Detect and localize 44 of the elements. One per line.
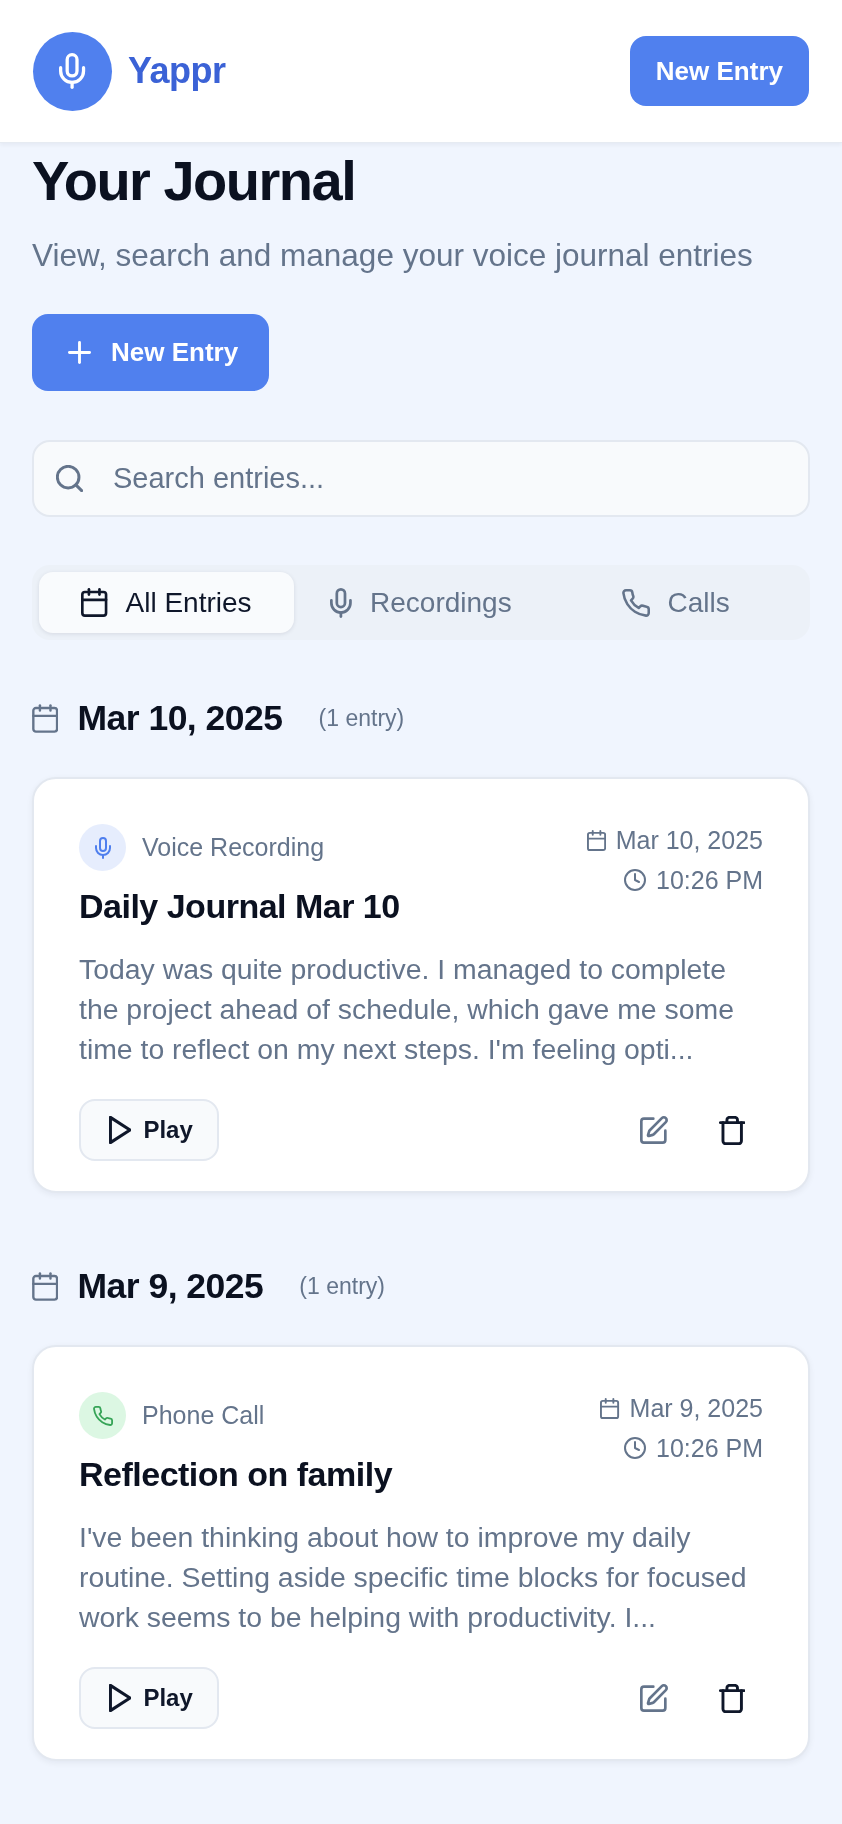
entry-title: Reflection on family — [79, 1454, 393, 1495]
filter-tab[interactable]: Recordings — [293, 572, 549, 633]
entry-count: (1 entry) — [318, 704, 405, 732]
plus-icon — [68, 341, 91, 364]
play-button[interactable]: Play — [79, 1667, 219, 1729]
pencil-square-icon[interactable] — [639, 1684, 668, 1712]
calendar-icon — [600, 1397, 620, 1419]
entry-type-label: Voice Recording — [142, 833, 325, 862]
app-name: Yappr — [128, 50, 226, 92]
pencil-square-icon[interactable] — [639, 1116, 668, 1144]
phone-icon — [621, 588, 650, 617]
new-entry-button[interactable]: New Entry — [32, 314, 270, 391]
calendar-icon — [81, 588, 108, 617]
phone-icon — [79, 1392, 126, 1439]
play-button[interactable]: Play — [79, 1099, 219, 1161]
mic-icon — [330, 587, 353, 618]
entry-excerpt: Today was quite productive. I managed to complete the project ahead of schedule, which gave me some time to reflect on my next steps. I'm feeling opti... — [79, 952, 735, 1067]
entry-title: Daily Journal Mar 10 — [79, 886, 400, 927]
filter-tab[interactable]: All Entries — [39, 572, 294, 633]
entry-time: 10:26 PM — [656, 865, 763, 895]
calendar-icon — [32, 703, 59, 733]
entry-date: Mar 10, 2025 — [615, 825, 763, 855]
mic-icon — [79, 824, 126, 871]
calendar-icon — [32, 1271, 59, 1301]
group-date: Mar 10, 2025 — [77, 697, 283, 739]
page-title: Your Journal — [32, 148, 357, 214]
play-icon — [109, 1116, 132, 1144]
entry-date: Mar 9, 2025 — [629, 1393, 763, 1423]
clock-icon — [624, 869, 646, 891]
filter-tab[interactable]: Calls — [548, 572, 803, 633]
page-subtitle: View, search and manage your voice journal entries — [32, 236, 754, 275]
entry-type-label: Phone Call — [142, 1401, 265, 1430]
entry-time: 10:26 PM — [656, 1433, 763, 1463]
entry-count: (1 entry) — [299, 1272, 385, 1300]
search-icon — [56, 465, 83, 492]
entry-excerpt: I've been thinking about how to improve my daily routine. Setting aside specific time blocks for focused work seems to be helping with productivity. I... — [79, 1520, 748, 1635]
search-field[interactable]: Search entries... — [32, 440, 810, 517]
calendar-icon — [586, 829, 606, 851]
clock-icon — [624, 1437, 646, 1459]
new-entry-button[interactable]: New Entry — [629, 36, 809, 106]
group-date: Mar 9, 2025 — [77, 1265, 264, 1307]
trash-icon[interactable] — [718, 1115, 745, 1145]
play-icon — [109, 1684, 132, 1712]
trash-icon[interactable] — [718, 1683, 745, 1713]
